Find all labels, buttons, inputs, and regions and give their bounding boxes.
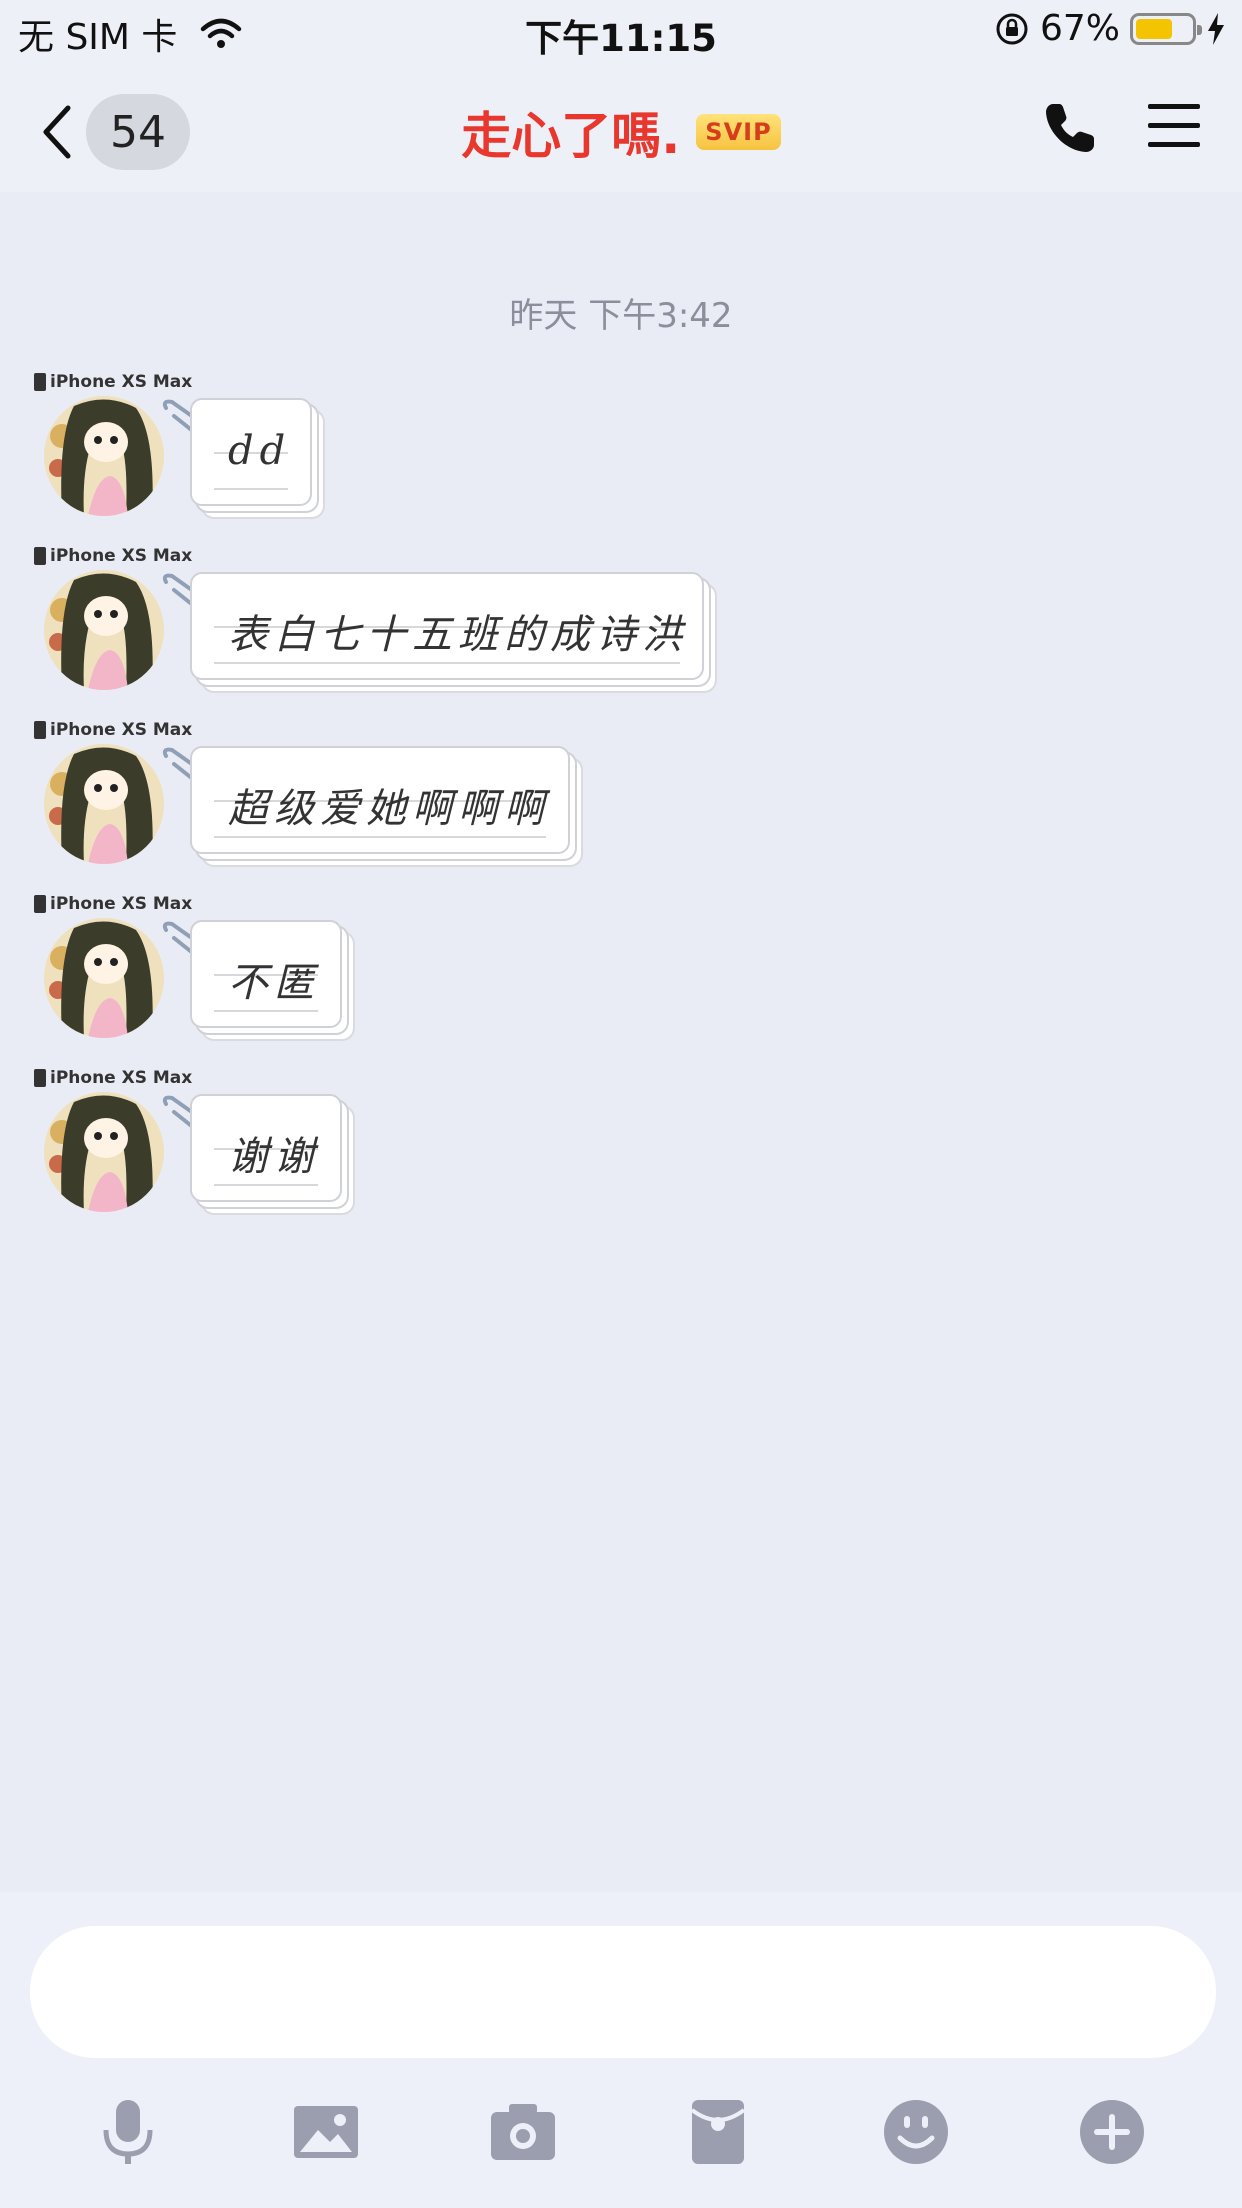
message-text: dd xyxy=(228,428,292,474)
battery-nub xyxy=(1197,24,1202,35)
message-timestamp: 昨天 下午3:42 xyxy=(509,296,733,336)
battery-percent: 67% xyxy=(1039,8,1120,49)
avatar[interactable] xyxy=(44,918,164,1038)
phone-device-icon xyxy=(34,547,46,565)
input-toolbar xyxy=(0,2086,1242,2186)
avatar-image xyxy=(44,1092,164,1212)
emoji-icon[interactable] xyxy=(880,2096,952,2168)
message-bubble[interactable]: dd xyxy=(190,398,312,506)
device-tag: iPhone XS Max xyxy=(34,1068,192,1088)
message-text: 表白七十五班的成诗洪 xyxy=(228,612,688,658)
phone-icon[interactable] xyxy=(1040,98,1100,158)
input-bar xyxy=(0,1892,1242,2208)
avatar-image xyxy=(44,396,164,516)
message-row: iPhone XS Max 谢谢 xyxy=(0,1068,1242,1238)
message-row: iPhone XS Max 不匿 xyxy=(0,894,1242,1064)
microphone-icon[interactable] xyxy=(92,2096,164,2168)
device-label: iPhone XS Max xyxy=(50,894,193,914)
device-label: iPhone XS Max xyxy=(50,372,193,392)
avatar[interactable] xyxy=(44,744,164,864)
avatar-image xyxy=(44,918,164,1038)
rotation-lock-icon xyxy=(996,13,1028,44)
avatar-image xyxy=(44,570,164,690)
message-bubble[interactable]: 谢谢 xyxy=(190,1094,342,1202)
device-tag: iPhone XS Max xyxy=(34,546,192,566)
message-row: iPhone XS Max 表白七十五班的成诗洪 xyxy=(0,546,1242,716)
phone-device-icon xyxy=(34,895,46,913)
device-label: iPhone XS Max xyxy=(50,546,193,566)
battery-icon xyxy=(1130,12,1202,45)
battery-fill xyxy=(1136,18,1173,39)
device-label: iPhone XS Max xyxy=(50,1068,193,1088)
camera-icon[interactable] xyxy=(487,2096,559,2168)
message-row: iPhone XS Max 超级爱她啊啊啊 xyxy=(0,720,1242,890)
message-row: iPhone XS Max dd xyxy=(0,372,1242,542)
chat-header: 54 走心了嗎. SVIP xyxy=(0,62,1242,192)
avatar[interactable] xyxy=(44,396,164,516)
message-input[interactable] xyxy=(30,1926,1216,2058)
message-text: 谢谢 xyxy=(228,1134,320,1180)
phone-device-icon xyxy=(34,1069,46,1087)
device-tag: iPhone XS Max xyxy=(34,894,192,914)
message-text: 不匿 xyxy=(228,960,320,1006)
charging-bolt-icon xyxy=(1208,12,1224,45)
chat-title: 走心了嗎. xyxy=(461,107,681,165)
image-icon[interactable] xyxy=(290,2096,362,2168)
status-bar-right: 67% xyxy=(994,8,1226,49)
message-bubble[interactable]: 表白七十五班的成诗洪 xyxy=(190,572,704,680)
device-tag: iPhone XS Max xyxy=(34,372,192,392)
svip-badge: SVIP xyxy=(696,114,781,150)
message-bubble[interactable]: 超级爱她啊啊啊 xyxy=(190,746,570,854)
avatar-image xyxy=(44,744,164,864)
message-text: 超级爱她啊啊啊 xyxy=(228,786,550,832)
plus-icon[interactable] xyxy=(1076,2096,1148,2168)
avatar[interactable] xyxy=(44,1092,164,1212)
device-label: iPhone XS Max xyxy=(50,720,193,740)
phone-device-icon xyxy=(34,721,46,739)
device-tag: iPhone XS Max xyxy=(34,720,192,740)
red-packet-icon[interactable] xyxy=(682,2096,754,2168)
menu-icon[interactable] xyxy=(1146,100,1202,152)
phone-device-icon xyxy=(34,373,46,391)
avatar[interactable] xyxy=(44,570,164,690)
message-bubble[interactable]: 不匿 xyxy=(190,920,342,1028)
status-bar: 无 SIM 卡 下午11:15 67% xyxy=(0,0,1242,62)
